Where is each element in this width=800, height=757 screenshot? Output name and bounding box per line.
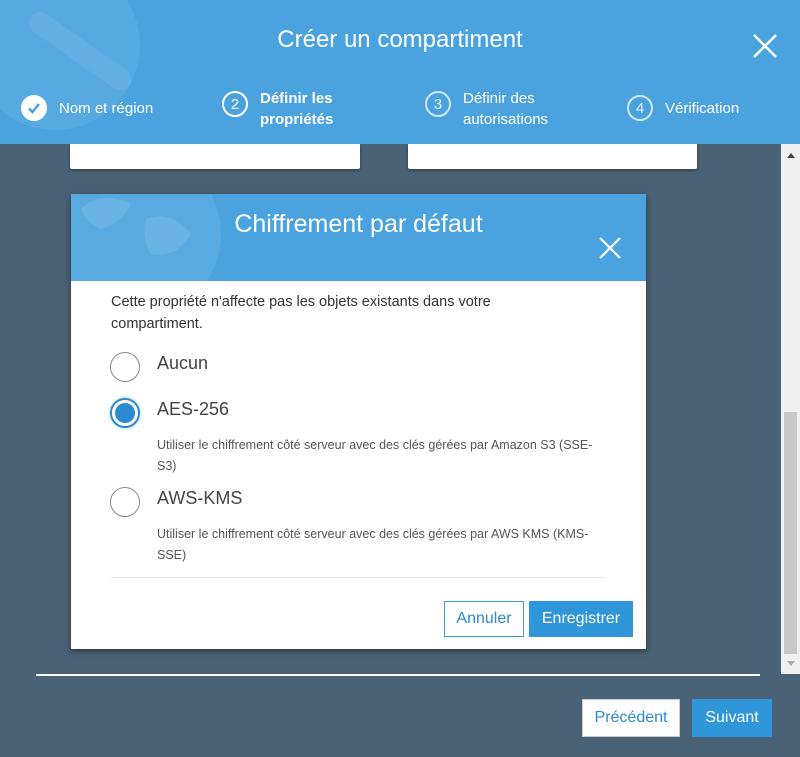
wizard-header: Créer un compartiment Nom et région 2 Dé… [0, 0, 800, 144]
scrollbar[interactable] [781, 144, 800, 674]
scroll-up-arrow-icon[interactable] [781, 148, 800, 164]
step-number: 4 [627, 95, 653, 121]
step-label: Nom et région [59, 100, 154, 117]
step-review[interactable]: 4 Vérification [627, 92, 795, 121]
option-description: Utiliser le chiffrement côté serveur ave… [157, 438, 593, 473]
scroll-thumb[interactable] [784, 412, 797, 654]
previous-button[interactable]: Précédent [582, 699, 680, 737]
option-label: Aucun [157, 353, 209, 373]
step-number: 3 [425, 91, 451, 117]
default-encryption-modal: Chiffrement par défaut Cette propriété n… [71, 194, 646, 649]
modal-description: Cette propriété n'affecte pas les objets… [111, 294, 491, 332]
property-card-left [70, 144, 360, 169]
next-button[interactable]: Suivant [692, 699, 772, 737]
step-permissions[interactable]: 3 Définir des autorisations [425, 88, 573, 130]
close-icon[interactable] [599, 237, 621, 259]
property-card-right [408, 144, 697, 169]
divider [111, 577, 605, 578]
radio-aes256[interactable] [110, 398, 140, 428]
save-button[interactable]: Enregistrer [529, 601, 633, 637]
step-label: Définir des autorisations [463, 90, 549, 128]
radio-none[interactable] [110, 352, 140, 382]
step-label: Vérification [665, 100, 740, 117]
step-name-region[interactable]: Nom et région [21, 92, 189, 121]
radio-aws-kms[interactable] [110, 487, 140, 517]
cancel-button[interactable]: Annuler [444, 601, 524, 637]
step-number: 2 [222, 91, 248, 117]
option-description: Utiliser le chiffrement côté serveur ave… [157, 527, 589, 562]
checkmark-icon [21, 95, 47, 121]
step-label: Définir les propriétés [260, 90, 334, 128]
divider [36, 674, 760, 676]
wizard-title: Créer un compartiment [277, 26, 523, 53]
option-label: AES-256 [157, 399, 230, 419]
wizard-steps: Nom et région 2 Définir les propriétés 3… [0, 88, 800, 138]
step-properties[interactable]: 2 Définir les propriétés [222, 88, 360, 130]
close-icon[interactable] [752, 33, 778, 59]
option-label: AWS-KMS [157, 488, 243, 508]
modal-title: Chiffrement par défaut [234, 210, 483, 238]
scroll-down-arrow-icon[interactable] [781, 656, 800, 672]
modal-header: Chiffrement par défaut [71, 194, 646, 281]
